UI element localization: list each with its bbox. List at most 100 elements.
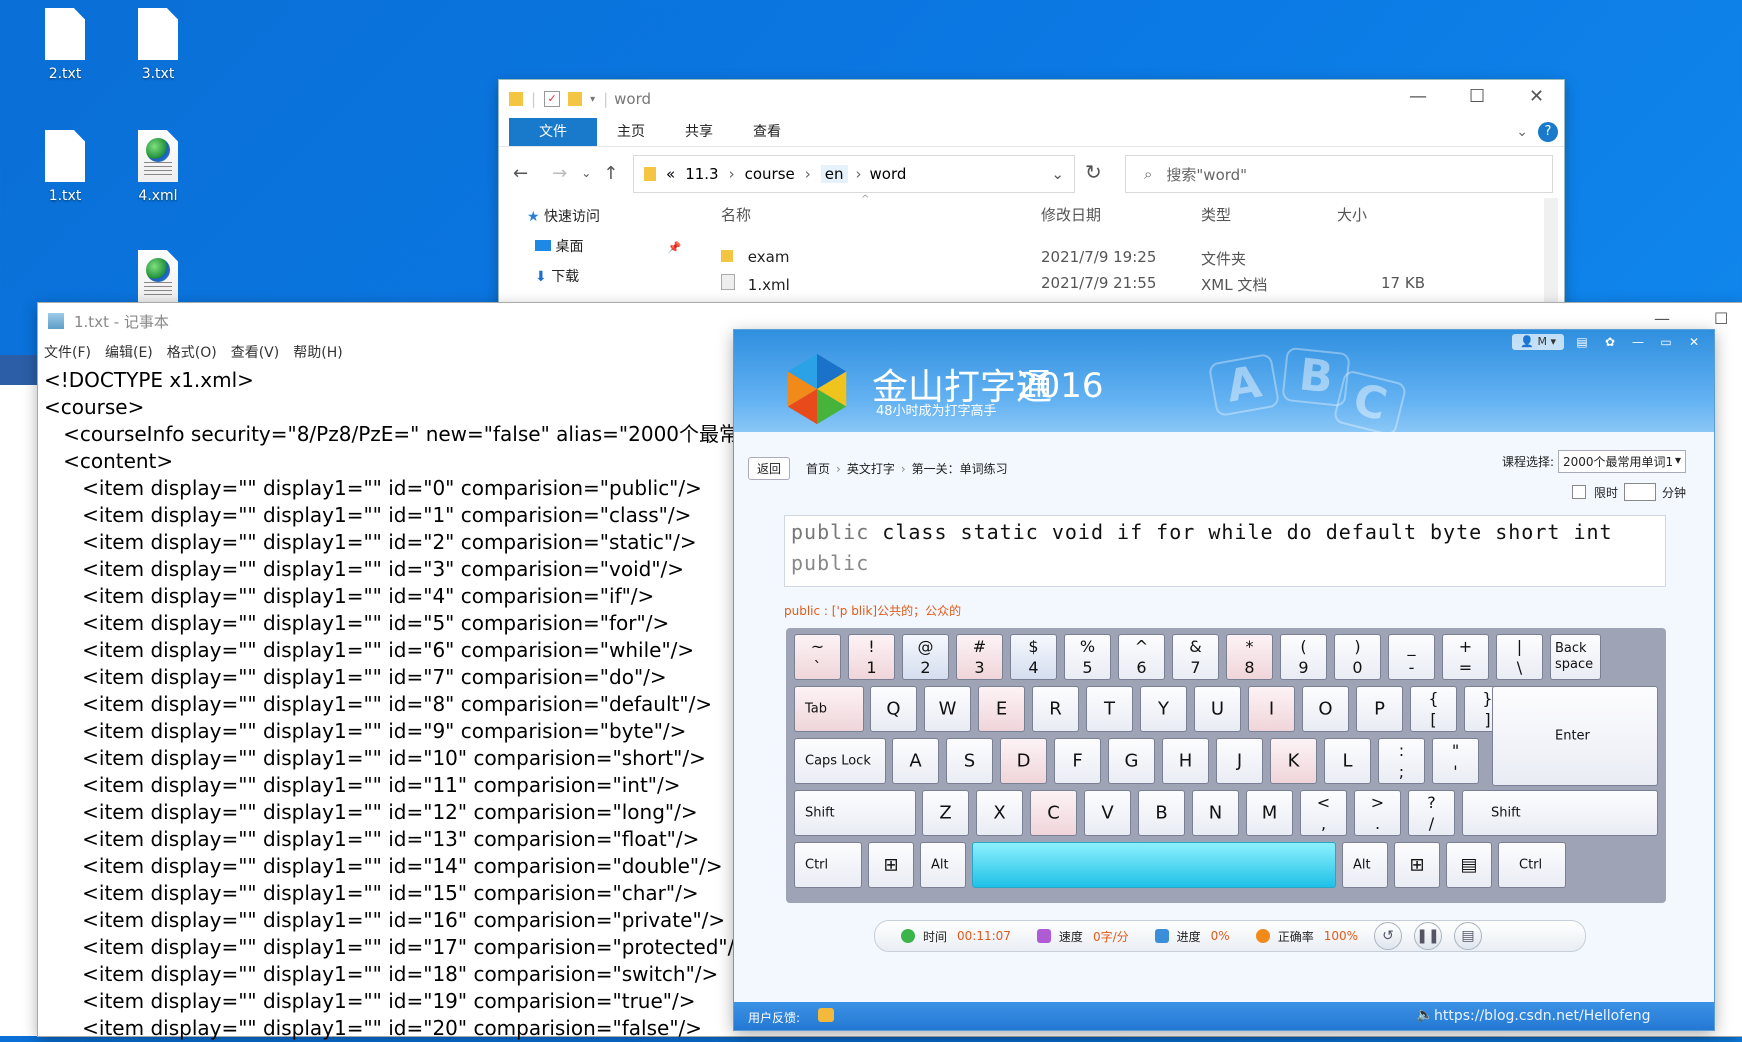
key-Y[interactable]: Y — [1140, 686, 1187, 732]
search-box[interactable]: ⌕ 搜索"word" — [1125, 155, 1553, 193]
menu-file[interactable]: 文件(F) — [44, 342, 91, 362]
menu-help[interactable]: 帮助(H) — [293, 342, 342, 362]
key-0[interactable]: ) 0 — [1334, 634, 1381, 680]
minimize-button[interactable]: — — [1409, 86, 1427, 107]
key-1[interactable]: ! 1 — [848, 634, 895, 680]
key-K[interactable]: K — [1270, 738, 1317, 784]
key-F[interactable]: F — [1054, 738, 1101, 784]
key-space[interactable] — [972, 842, 1336, 888]
tab-home[interactable]: 主页 — [597, 118, 665, 146]
key-X[interactable]: X — [976, 790, 1023, 836]
maximize-button[interactable]: ▭ — [1656, 334, 1676, 350]
key-W[interactable]: W — [924, 686, 971, 732]
close-button[interactable]: ✕ — [1684, 334, 1704, 350]
key-R[interactable]: R — [1032, 686, 1079, 732]
column-type[interactable]: 类型 — [1201, 204, 1231, 225]
file-row[interactable]: 1.xml 2021/7/9 21:55 XML 文档 17 KB — [721, 274, 1481, 294]
minimize-button[interactable]: — — [1628, 334, 1648, 350]
key-L[interactable]: L — [1324, 738, 1371, 784]
nav-item-downloads[interactable]: ⬇ 下载 — [535, 266, 682, 286]
up-arrow-icon[interactable]: ↑ — [603, 163, 618, 184]
key-Q[interactable]: Q — [870, 686, 917, 732]
nav-item-desktop[interactable]: 桌面 📌 — [535, 236, 682, 256]
key-A[interactable]: A — [892, 738, 939, 784]
time-limit-checkbox[interactable] — [1571, 485, 1586, 499]
key-D[interactable]: D — [1000, 738, 1047, 784]
column-date[interactable]: 修改日期 — [1041, 204, 1101, 225]
minimize-button[interactable]: — — [1654, 309, 1670, 328]
help-icon[interactable]: ? — [1538, 122, 1558, 142]
key-J[interactable]: J — [1216, 738, 1263, 784]
key-`[interactable]: ~ ` — [794, 634, 841, 680]
key-ctrl-left[interactable]: Ctrl — [794, 842, 862, 888]
desktop-icon-xml-partial[interactable] — [120, 250, 196, 308]
nav-item-quick-access[interactable]: ★ 快速访问 — [527, 206, 682, 226]
new-folder-icon[interactable] — [568, 92, 583, 106]
tab-share[interactable]: 共享 — [665, 118, 733, 146]
restart-icon[interactable]: ↺ — [1374, 922, 1402, 950]
key-windows-icon[interactable]: ⊞ — [1394, 842, 1440, 888]
breadcrumb-english[interactable]: 英文打字 — [847, 460, 895, 477]
key--[interactable]: _ - — [1388, 634, 1435, 680]
key-3[interactable]: #3 — [956, 634, 1003, 680]
recent-dropdown-icon[interactable]: ⌄ — [581, 166, 591, 180]
key-menu-icon[interactable]: ▤ — [1446, 842, 1492, 888]
key-punct[interactable]: <, — [1300, 790, 1347, 836]
key-8[interactable]: * 8 — [1226, 634, 1273, 680]
key-7[interactable]: & 7 — [1172, 634, 1219, 680]
key-9[interactable]: (9 — [1280, 634, 1327, 680]
tab-file[interactable]: 文件 — [509, 118, 597, 146]
key-ctrl-right[interactable]: Ctrl — [1498, 842, 1566, 888]
close-button[interactable]: ✕ — [1529, 86, 1544, 107]
key-E[interactable]: E — [978, 686, 1025, 732]
desktop-icon-1txt[interactable]: 1.txt — [27, 130, 103, 204]
key-T[interactable]: T — [1086, 686, 1133, 732]
key-enter[interactable]: Enter — [1492, 686, 1658, 786]
skin-icon[interactable]: ✿ — [1600, 334, 1620, 350]
column-size[interactable]: 大小 — [1337, 204, 1367, 225]
key-B[interactable]: B — [1138, 790, 1185, 836]
menu-format[interactable]: 格式(O) — [167, 342, 217, 362]
refresh-icon[interactable]: ↻ — [1085, 160, 1102, 184]
practice-text-box[interactable]: public class static void if for while do… — [784, 515, 1666, 587]
typing-input-line[interactable]: public — [791, 551, 869, 575]
key-I[interactable]: I — [1248, 686, 1295, 732]
key-6[interactable]: ^ 6 — [1118, 634, 1165, 680]
report-icon[interactable]: ▤ — [1454, 922, 1482, 950]
desktop-icon-2txt[interactable]: 2.txt — [27, 8, 103, 82]
key-alt-left[interactable]: Alt — [920, 842, 966, 888]
user-account-button[interactable]: 👤 M ▾ — [1512, 334, 1564, 350]
key-G[interactable]: G — [1108, 738, 1155, 784]
notepad-text-area[interactable]: <!DOCTYPE x1.xml> <course> <courseInfo se… — [44, 367, 779, 1042]
key-shift-left[interactable]: Shift — [794, 790, 916, 836]
key-4[interactable]: $4 — [1010, 634, 1057, 680]
key-bracket[interactable]: {[ — [1410, 686, 1457, 732]
key-2[interactable]: @2 — [902, 634, 949, 680]
key-backspace[interactable]: Back space — [1550, 634, 1601, 680]
key-5[interactable]: % 5 — [1064, 634, 1111, 680]
key-alt-right[interactable]: Alt — [1342, 842, 1388, 888]
key-H[interactable]: H — [1162, 738, 1209, 784]
file-row[interactable]: exam 2021/7/9 19:25 文件夹 — [721, 248, 1481, 268]
desktop-icon-3txt[interactable]: 3.txt — [120, 8, 196, 82]
breadcrumb-en[interactable]: en — [820, 165, 848, 183]
column-name[interactable]: 名称 — [721, 204, 751, 225]
breadcrumb-course[interactable]: course — [745, 165, 795, 183]
menu-edit[interactable]: 编辑(E) — [105, 342, 153, 362]
ribbon-expand-icon[interactable]: ⌄ — [1516, 124, 1528, 140]
course-dropdown[interactable]: 2000个最常用单词1 ▾ — [1558, 450, 1686, 473]
feedback-icon[interactable] — [818, 1008, 834, 1022]
key-tab[interactable]: Tab — [794, 686, 864, 732]
address-bar[interactable]: « 11.3 › course › en › word ⌄ — [633, 155, 1075, 193]
breadcrumb-word[interactable]: word — [870, 165, 907, 183]
key-punct[interactable]: >. — [1354, 790, 1401, 836]
key-punct[interactable]: ? / — [1408, 790, 1455, 836]
key-S[interactable]: S — [946, 738, 993, 784]
key-punct[interactable]: " ' — [1432, 738, 1479, 784]
vertical-scrollbar[interactable] — [1544, 198, 1558, 310]
forward-arrow-icon[interactable]: → — [552, 163, 567, 184]
key-=[interactable]: + = — [1442, 634, 1489, 680]
quick-access-dropdown-icon[interactable]: ▾ — [590, 94, 595, 105]
key-U[interactable]: U — [1194, 686, 1241, 732]
properties-icon[interactable]: ✓ — [544, 91, 561, 107]
